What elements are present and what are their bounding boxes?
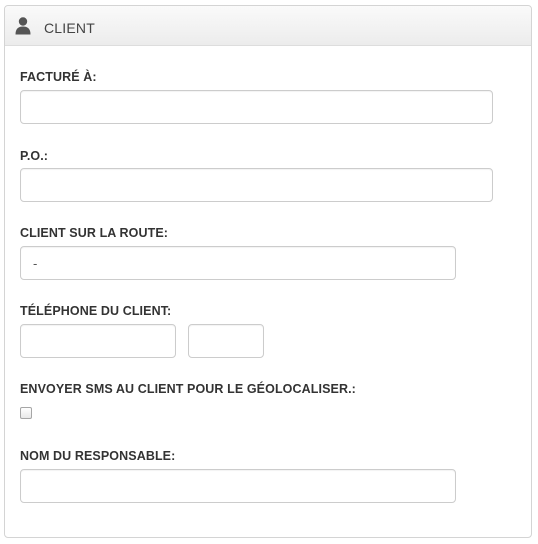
- panel-title: CLIENT: [44, 20, 95, 36]
- telephone-ext-input[interactable]: [188, 324, 264, 358]
- responsable-label: NOM DU RESPONSABLE:: [20, 449, 176, 463]
- facture-label: FACTURÉ À:: [20, 70, 97, 84]
- user-icon: [15, 17, 31, 35]
- sms-checkbox[interactable]: [20, 407, 32, 419]
- facture-input[interactable]: [20, 90, 493, 124]
- telephone-input[interactable]: [20, 324, 176, 358]
- client-panel: CLIENT FACTURÉ À: P.O.: CLIENT SUR LA RO…: [4, 5, 532, 538]
- panel-header: CLIENT: [5, 6, 531, 46]
- client-route-label: CLIENT SUR LA ROUTE:: [20, 226, 169, 240]
- responsable-input[interactable]: [20, 469, 456, 503]
- client-route-input[interactable]: [20, 246, 456, 280]
- po-label: P.O.:: [20, 149, 49, 163]
- telephone-label: TÉLÉPHONE DU CLIENT:: [20, 304, 172, 318]
- po-input[interactable]: [20, 168, 493, 202]
- sms-label: ENVOYER SMS AU CLIENT POUR LE GÉOLOCALIS…: [20, 382, 356, 396]
